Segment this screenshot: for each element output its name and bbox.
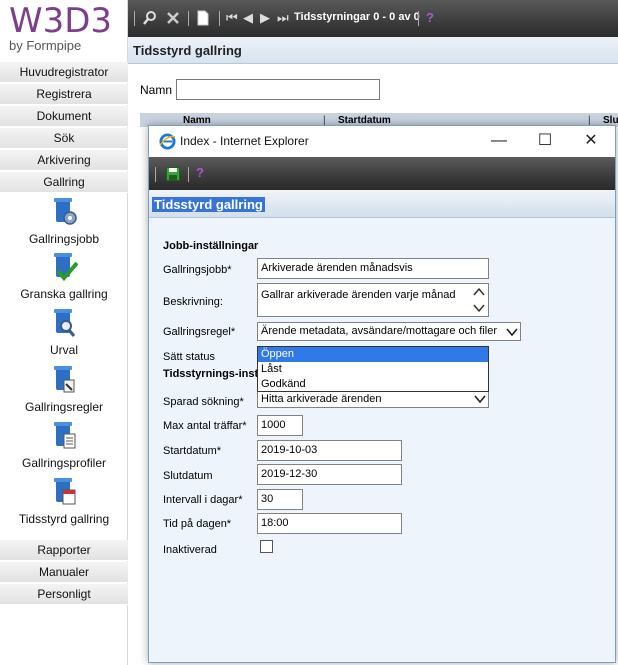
sidebar-item-label: Tidsstyrd gallring	[18, 512, 110, 526]
nav-registrera[interactable]: Registrera	[0, 84, 128, 105]
scroll-up-icon[interactable]	[470, 284, 488, 300]
gallringsjobb-icon	[54, 198, 77, 225]
chevron-down-icon	[474, 395, 486, 404]
name-filter-input[interactable]	[176, 79, 380, 100]
startdatum-input[interactable]: 2019-10-03	[257, 440, 402, 461]
sparad-sokning-label: Sparad sökning*	[163, 396, 244, 408]
page-title-bar: Tidsstyrd gallring	[128, 37, 618, 64]
nav-gallring[interactable]: Gallring	[0, 172, 128, 193]
section-job-settings: Jobb-inställningar	[163, 240, 259, 252]
minimize-button[interactable]: —	[479, 130, 519, 152]
previous-page-icon[interactable]: ◀	[243, 10, 253, 26]
next-page-icon[interactable]: ▶	[260, 10, 270, 26]
clear-search-icon[interactable]	[165, 10, 181, 26]
status-dropdown-list[interactable]: Öppen Låst Godkänd	[257, 346, 489, 392]
first-page-icon[interactable]: ⏮	[226, 10, 238, 26]
beskrivning-label: Beskrivning:	[163, 296, 223, 308]
save-icon[interactable]	[166, 167, 180, 181]
sidebar-item-gallringsregler[interactable]: Gallringsregler	[0, 364, 128, 414]
sidebar-item-urval[interactable]: Urval	[0, 307, 128, 357]
main-toolbar: ⏮ ◀ ▶ ⏭ Tidsstyrningar 0 - 0 av 0 ?	[128, 0, 618, 37]
gallringsprofiler-icon	[54, 422, 76, 449]
sidebar: W3D3 by Formpipe Huvudregistrator Regist…	[0, 0, 128, 665]
slutdatum-label: Slutdatum	[163, 470, 213, 482]
sparad-sokning-select[interactable]: Hitta arkiverade ärenden	[257, 390, 489, 408]
beskrivning-textarea[interactable]: Gallrar arkiverade ärenden varje månad	[257, 283, 489, 317]
max-antal-input[interactable]: 1000	[257, 415, 303, 436]
gallringsjobb-label: Gallringsjobb*	[163, 264, 232, 276]
inaktiverad-label: Inaktiverad	[163, 544, 217, 556]
intervall-input[interactable]: 30	[257, 489, 303, 510]
gallringsregel-label: Gallringsregel*	[163, 326, 236, 338]
toolbar-separator	[188, 167, 189, 182]
nav-huvudregistrator[interactable]: Huvudregistrator	[0, 62, 128, 83]
slutdatum-input[interactable]: 2019-12-30	[257, 464, 402, 485]
record-count: Tidsstyrningar 0 - 0 av 0	[294, 11, 420, 23]
sparad-sokning-value: Hitta arkiverade ärenden	[261, 393, 382, 405]
gallringsregler-icon	[54, 366, 75, 393]
max-antal-label: Max antal träffar*	[163, 420, 247, 432]
scroll-down-icon[interactable]	[470, 300, 488, 316]
popup-toolbar: ?	[149, 157, 615, 190]
status-option-oppen[interactable]: Öppen	[258, 347, 488, 362]
help-icon[interactable]: ?	[196, 165, 204, 180]
nav-manualer[interactable]: Manualer	[0, 562, 128, 583]
internet-explorer-icon	[159, 133, 176, 150]
ie-popup-window: Index - Internet Explorer — ☐ ✕ ? Tidsst…	[148, 125, 616, 663]
section-schedule-settings: Tidsstyrnings-inst	[163, 368, 259, 380]
help-icon[interactable]: ?	[426, 10, 434, 26]
toolbar-separator	[418, 11, 419, 26]
chevron-down-icon	[506, 328, 518, 337]
beskrivning-text: Gallrar arkiverade ärenden varje månad	[261, 289, 456, 301]
search-icon[interactable]	[142, 10, 158, 26]
sidebar-item-gallringsjobb[interactable]: Gallringsjobb	[0, 196, 128, 246]
toolbar-separator	[188, 11, 189, 26]
window-titlebar[interactable]: Index - Internet Explorer — ☐ ✕	[149, 126, 615, 157]
sidebar-item-label: Gallringsprofiler	[21, 456, 107, 470]
intervall-label: Intervall i dagar*	[163, 494, 243, 506]
logo: W3D3 by Formpipe	[9, 2, 112, 53]
startdatum-label: Startdatum*	[163, 445, 222, 457]
popup-form: Jobb-inställningar Gallringsjobb* Arkive…	[149, 218, 615, 662]
maximize-button[interactable]: ☐	[525, 130, 565, 152]
nav-personligt[interactable]: Personligt	[0, 584, 128, 605]
toolbar-separator	[155, 167, 156, 182]
popup-title: Tidsstyrd gallring	[152, 197, 265, 212]
gallringsregel-select[interactable]: Ärende metadata, avsändare/mottagare och…	[257, 322, 521, 341]
toolbar-separator	[134, 11, 135, 26]
nav-dokument[interactable]: Dokument	[0, 106, 128, 127]
nav-arkivering[interactable]: Arkivering	[0, 150, 128, 171]
page-title: Tidsstyrd gallring	[133, 43, 242, 58]
gallringsjobb-input[interactable]: Arkiverade ärenden månadsvis	[257, 258, 489, 279]
granska-gallring-icon	[54, 253, 78, 282]
new-document-icon[interactable]	[196, 10, 210, 26]
inaktiverad-checkbox[interactable]	[260, 540, 273, 553]
status-option-godkand[interactable]: Godkänd	[258, 377, 488, 392]
sidebar-item-gallringsprofiler[interactable]: Gallringsprofiler	[0, 420, 128, 470]
logo-brand: W3D3	[9, 1, 113, 41]
toolbar-separator	[219, 11, 220, 26]
nav-sok[interactable]: Sök	[0, 128, 128, 149]
status-option-last[interactable]: Låst	[258, 362, 488, 377]
sidebar-item-label: Gallringsjobb	[28, 232, 100, 246]
satt-status-label: Sätt status	[163, 351, 215, 363]
sidebar-item-label: Urval	[49, 343, 78, 357]
tidsstyrd-gallring-icon	[54, 478, 76, 505]
gallringsregel-value: Ärende metadata, avsändare/mottagare och…	[261, 325, 498, 337]
sidebar-item-tidsstyrd-gallring[interactable]: Tidsstyrd gallring	[0, 476, 128, 526]
urval-icon	[54, 309, 76, 337]
popup-header: Tidsstyrd gallring	[149, 190, 615, 218]
name-label: Namn	[140, 83, 173, 97]
last-page-icon[interactable]: ⏭	[277, 10, 289, 26]
sidebar-item-label: Gallringsregler	[24, 400, 104, 414]
sidebar-item-granska-gallring[interactable]: Granska gallring	[0, 251, 128, 301]
close-button[interactable]: ✕	[571, 130, 611, 152]
tid-label: Tid på dagen*	[163, 518, 232, 530]
sidebar-item-label: Granska gallring	[20, 287, 108, 301]
nav-rapporter[interactable]: Rapporter	[0, 540, 128, 561]
window-title: Index - Internet Explorer	[180, 134, 309, 148]
tid-input[interactable]: 18:00	[257, 513, 402, 534]
